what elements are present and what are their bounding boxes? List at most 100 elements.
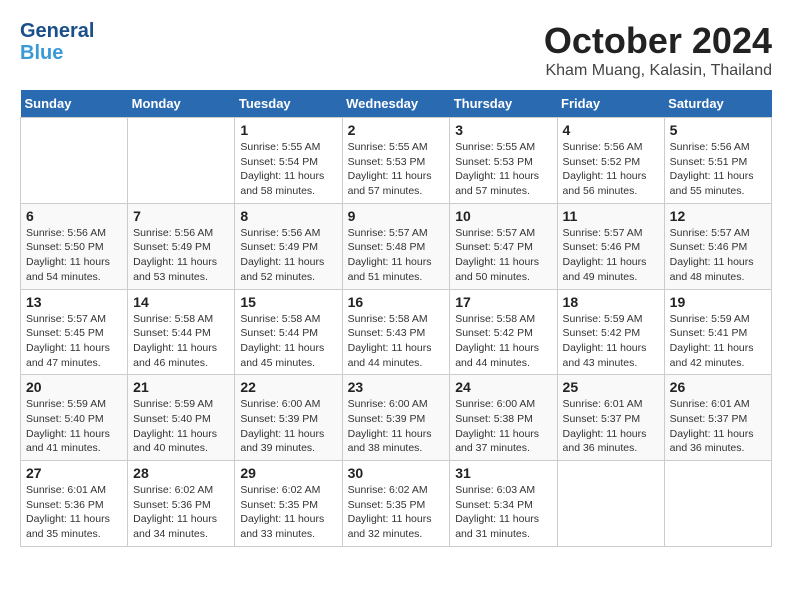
calendar-cell: 3 Sunrise: 5:55 AM Sunset: 5:53 PM Daylig… xyxy=(450,118,557,204)
day-info: Sunrise: 6:02 AM Sunset: 5:36 PM Dayligh… xyxy=(133,483,229,542)
day-info: Sunrise: 6:02 AM Sunset: 5:35 PM Dayligh… xyxy=(348,483,445,542)
day-number: 31 xyxy=(455,465,551,481)
day-info: Sunrise: 5:58 AM Sunset: 5:43 PM Dayligh… xyxy=(348,312,445,371)
day-info: Sunrise: 5:59 AM Sunset: 5:41 PM Dayligh… xyxy=(670,312,766,371)
day-info: Sunrise: 6:01 AM Sunset: 5:37 PM Dayligh… xyxy=(563,397,659,456)
day-number: 18 xyxy=(563,294,659,310)
calendar-cell: 20Sunrise: 5:59 AM Sunset: 5:40 PM Dayli… xyxy=(21,375,128,461)
weekday-header-sunday: Sunday xyxy=(21,90,128,118)
day-number: 25 xyxy=(563,379,659,395)
calendar-cell xyxy=(128,118,235,204)
day-info: Sunrise: 5:56 AM Sunset: 5:50 PM Dayligh… xyxy=(26,226,122,285)
day-number: 15 xyxy=(240,294,336,310)
calendar-cell: 31 Sunrise: 6:03 AM Sunset: 5:34 PM Dayli… xyxy=(450,461,557,547)
calendar-cell: 13 Sunrise: 5:57 AM Sunset: 5:45 PM Dayli… xyxy=(21,289,128,375)
weekday-header-wednesday: Wednesday xyxy=(342,90,450,118)
calendar-cell: 27 Sunrise: 6:01 AM Sunset: 5:36 PM Dayli… xyxy=(21,461,128,547)
day-number: 10 xyxy=(455,208,551,224)
day-info: Sunrise: 5:58 AM Sunset: 5:42 PM Dayligh… xyxy=(455,312,551,371)
day-number: 22 xyxy=(240,379,336,395)
day-info: Sunrise: 5:59 AM Sunset: 5:40 PM Dayligh… xyxy=(26,397,122,456)
logo-text: General Blue xyxy=(20,20,94,64)
calendar-cell: 22Sunrise: 6:00 AM Sunset: 5:39 PM Dayli… xyxy=(235,375,342,461)
day-number: 30 xyxy=(348,465,445,481)
calendar-cell: 28Sunrise: 6:02 AM Sunset: 5:36 PM Dayli… xyxy=(128,461,235,547)
weekday-header-monday: Monday xyxy=(128,90,235,118)
calendar-cell xyxy=(664,461,771,547)
logo-line2: Blue xyxy=(20,42,63,64)
day-number: 3 xyxy=(455,122,551,138)
calendar-cell: 16 Sunrise: 5:58 AM Sunset: 5:43 PM Dayli… xyxy=(342,289,450,375)
calendar-cell xyxy=(21,118,128,204)
calendar-cell: 10Sunrise: 5:57 AM Sunset: 5:47 PM Dayli… xyxy=(450,203,557,289)
day-number: 11 xyxy=(563,208,659,224)
weekday-header-row: SundayMondayTuesdayWednesdayThursdayFrid… xyxy=(21,90,772,118)
calendar-cell: 9Sunrise: 5:57 AM Sunset: 5:48 PM Daylig… xyxy=(342,203,450,289)
location-title: Kham Muang, Kalasin, Thailand xyxy=(544,62,772,80)
day-number: 17 xyxy=(455,294,551,310)
day-number: 21 xyxy=(133,379,229,395)
day-info: Sunrise: 5:55 AM Sunset: 5:54 PM Dayligh… xyxy=(240,140,336,199)
day-number: 19 xyxy=(670,294,766,310)
calendar-cell: 8 Sunrise: 5:56 AM Sunset: 5:49 PM Daylig… xyxy=(235,203,342,289)
day-number: 16 xyxy=(348,294,445,310)
day-number: 1 xyxy=(240,122,336,138)
day-number: 14 xyxy=(133,294,229,310)
day-info: Sunrise: 5:58 AM Sunset: 5:44 PM Dayligh… xyxy=(133,312,229,371)
calendar-cell: 21 Sunrise: 5:59 AM Sunset: 5:40 PM Dayli… xyxy=(128,375,235,461)
calendar-cell: 4Sunrise: 5:56 AM Sunset: 5:52 PM Daylig… xyxy=(557,118,664,204)
calendar-cell: 25 Sunrise: 6:01 AM Sunset: 5:37 PM Dayli… xyxy=(557,375,664,461)
day-info: Sunrise: 6:00 AM Sunset: 5:38 PM Dayligh… xyxy=(455,397,551,456)
week-row-4: 20Sunrise: 5:59 AM Sunset: 5:40 PM Dayli… xyxy=(21,375,772,461)
day-info: Sunrise: 6:03 AM Sunset: 5:34 PM Dayligh… xyxy=(455,483,551,542)
weekday-header-saturday: Saturday xyxy=(664,90,771,118)
day-number: 23 xyxy=(348,379,445,395)
day-info: Sunrise: 5:59 AM Sunset: 5:40 PM Dayligh… xyxy=(133,397,229,456)
day-info: Sunrise: 5:58 AM Sunset: 5:44 PM Dayligh… xyxy=(240,312,336,371)
calendar-cell: 19 Sunrise: 5:59 AM Sunset: 5:41 PM Dayli… xyxy=(664,289,771,375)
day-info: Sunrise: 5:56 AM Sunset: 5:51 PM Dayligh… xyxy=(670,140,766,199)
day-info: Sunrise: 5:57 AM Sunset: 5:46 PM Dayligh… xyxy=(563,226,659,285)
day-number: 8 xyxy=(240,208,336,224)
day-info: Sunrise: 5:56 AM Sunset: 5:49 PM Dayligh… xyxy=(133,226,229,285)
day-number: 2 xyxy=(348,122,445,138)
day-info: Sunrise: 5:56 AM Sunset: 5:52 PM Dayligh… xyxy=(563,140,659,199)
calendar-cell xyxy=(557,461,664,547)
day-number: 12 xyxy=(670,208,766,224)
day-info: Sunrise: 5:57 AM Sunset: 5:46 PM Dayligh… xyxy=(670,226,766,285)
day-info: Sunrise: 6:00 AM Sunset: 5:39 PM Dayligh… xyxy=(348,397,445,456)
calendar-cell: 18 Sunrise: 5:59 AM Sunset: 5:42 PM Dayli… xyxy=(557,289,664,375)
day-info: Sunrise: 6:01 AM Sunset: 5:37 PM Dayligh… xyxy=(670,397,766,456)
day-info: Sunrise: 5:59 AM Sunset: 5:42 PM Dayligh… xyxy=(563,312,659,371)
day-number: 24 xyxy=(455,379,551,395)
page-header: General Blue October 2024 Kham Muang, Ka… xyxy=(20,20,772,80)
calendar-cell: 5 Sunrise: 5:56 AM Sunset: 5:51 PM Daylig… xyxy=(664,118,771,204)
day-number: 5 xyxy=(670,122,766,138)
calendar-cell: 7 Sunrise: 5:56 AM Sunset: 5:49 PM Daylig… xyxy=(128,203,235,289)
logo-line1: General xyxy=(20,20,94,42)
day-number: 13 xyxy=(26,294,122,310)
month-title: October 2024 xyxy=(544,20,772,62)
day-number: 6 xyxy=(26,208,122,224)
day-info: Sunrise: 5:55 AM Sunset: 5:53 PM Dayligh… xyxy=(348,140,445,199)
day-number: 27 xyxy=(26,465,122,481)
calendar-cell: 23 Sunrise: 6:00 AM Sunset: 5:39 PM Dayli… xyxy=(342,375,450,461)
day-info: Sunrise: 6:01 AM Sunset: 5:36 PM Dayligh… xyxy=(26,483,122,542)
calendar-cell: 6 Sunrise: 5:56 AM Sunset: 5:50 PM Daylig… xyxy=(21,203,128,289)
calendar-cell: 30 Sunrise: 6:02 AM Sunset: 5:35 PM Dayli… xyxy=(342,461,450,547)
day-info: Sunrise: 5:57 AM Sunset: 5:45 PM Dayligh… xyxy=(26,312,122,371)
day-number: 7 xyxy=(133,208,229,224)
day-info: Sunrise: 5:57 AM Sunset: 5:48 PM Dayligh… xyxy=(348,226,445,285)
calendar-cell: 15 Sunrise: 5:58 AM Sunset: 5:44 PM Dayli… xyxy=(235,289,342,375)
calendar-cell: 11 Sunrise: 5:57 AM Sunset: 5:46 PM Dayli… xyxy=(557,203,664,289)
logo-container: General Blue xyxy=(20,20,94,64)
weekday-header-friday: Friday xyxy=(557,90,664,118)
week-row-1: 1 Sunrise: 5:55 AM Sunset: 5:54 PM Daylig… xyxy=(21,118,772,204)
day-info: Sunrise: 5:56 AM Sunset: 5:49 PM Dayligh… xyxy=(240,226,336,285)
day-number: 29 xyxy=(240,465,336,481)
week-row-5: 27 Sunrise: 6:01 AM Sunset: 5:36 PM Dayli… xyxy=(21,461,772,547)
weekday-header-tuesday: Tuesday xyxy=(235,90,342,118)
calendar-cell: 29Sunrise: 6:02 AM Sunset: 5:35 PM Dayli… xyxy=(235,461,342,547)
day-info: Sunrise: 5:55 AM Sunset: 5:53 PM Dayligh… xyxy=(455,140,551,199)
logo: General Blue xyxy=(20,20,94,64)
